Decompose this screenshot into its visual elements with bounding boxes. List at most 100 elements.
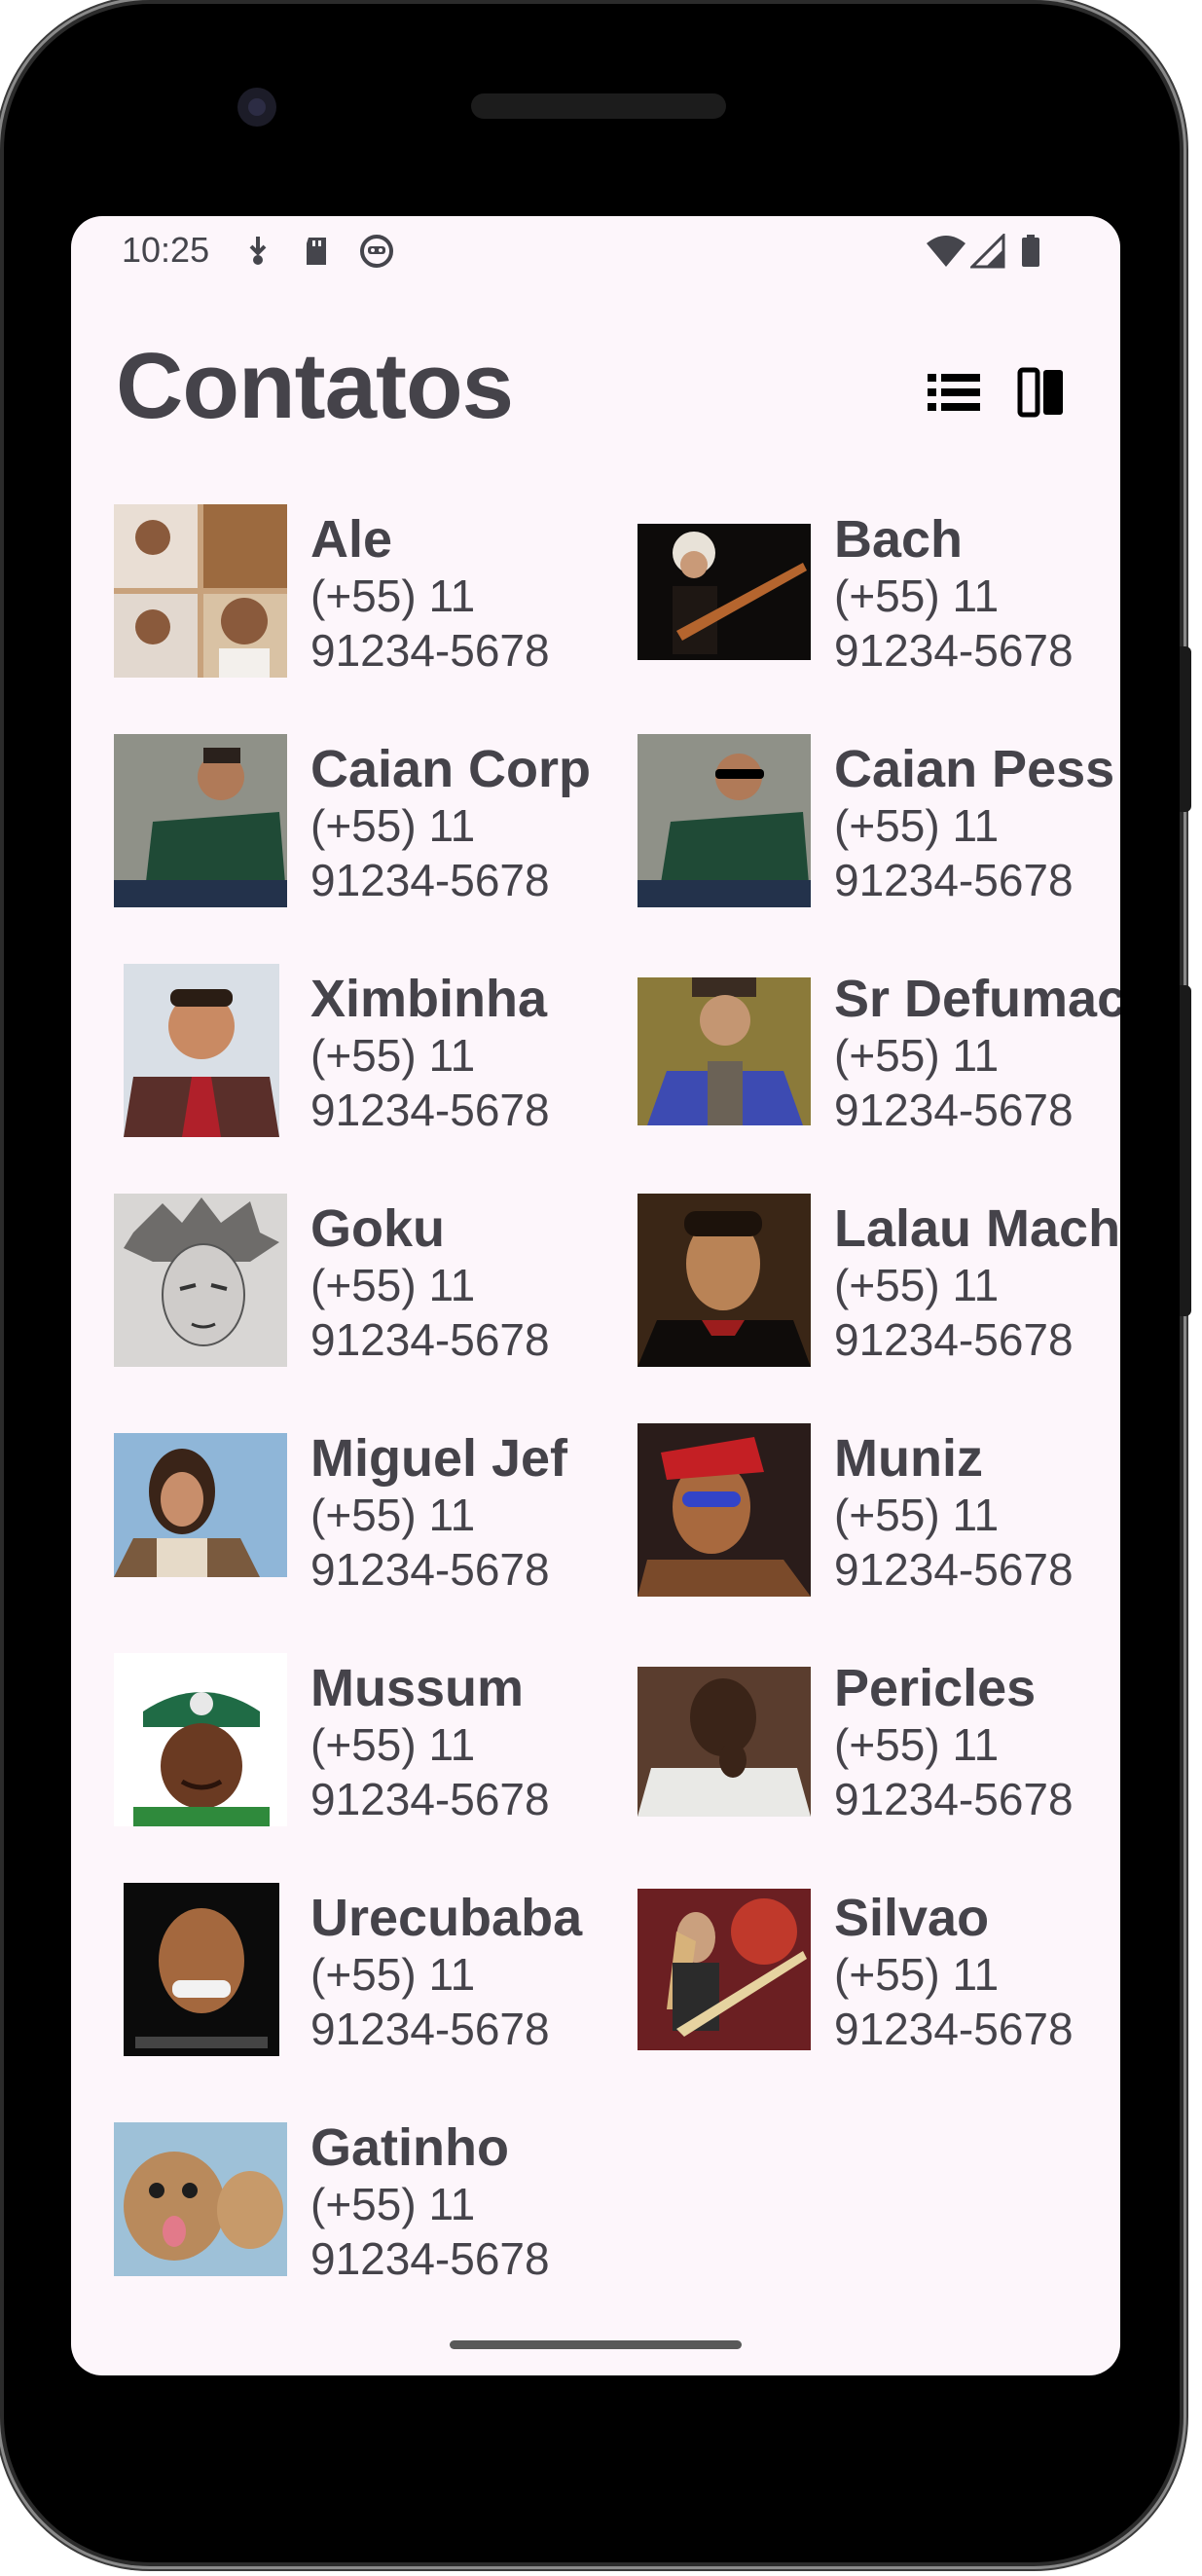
contact-info: Goku (+55) 11 91234-5678	[310, 1199, 602, 1367]
app-screen: 10:25 Contatos Ale (+55) 11 91234-5678 B…	[71, 216, 1120, 2375]
contact-card[interactable]: Sr Defumac (+55) 11 91234-5678	[595, 958, 1120, 1137]
wifi-icon	[927, 236, 965, 267]
contact-phone: (+55) 11	[834, 570, 1000, 621]
contact-phone: 91234-5678	[834, 1544, 1074, 1595]
contact-name: Sr Defumac	[834, 970, 1120, 1028]
status-time: 10:25	[122, 230, 210, 270]
contact-phone: (+55) 11	[834, 800, 1000, 851]
contact-phone: 91234-5678	[310, 855, 550, 905]
contact-name: Caian Pess	[834, 740, 1115, 798]
earpiece-speaker	[471, 93, 726, 119]
contact-info: Caian Pess (+55) 11 91234-5678	[834, 740, 1120, 907]
contact-card[interactable]: Bach (+55) 11 91234-5678	[595, 498, 1120, 678]
contact-photo	[637, 504, 811, 678]
contact-phone: (+55) 11	[310, 1260, 476, 1310]
contact-card[interactable]: Miguel Jef (+55) 11 91234-5678	[71, 1417, 597, 1597]
contact-info: Caian Corp (+55) 11 91234-5678	[310, 740, 602, 907]
contact-phone: (+55) 11	[834, 1490, 1000, 1540]
contact-info: Miguel Jef (+55) 11 91234-5678	[310, 1429, 602, 1597]
contact-photo	[637, 734, 811, 907]
contact-photo	[637, 1194, 811, 1367]
grid-view-icon	[1017, 367, 1063, 418]
contact-card[interactable]: Silvao (+55) 11 91234-5678	[595, 1877, 1120, 2056]
contact-info: Gatinho (+55) 11 91234-5678	[310, 2118, 602, 2286]
volume-button	[1180, 985, 1191, 1316]
contact-card[interactable]: Goku (+55) 11 91234-5678	[71, 1188, 597, 1367]
battery-icon	[1022, 235, 1039, 267]
contact-phone: 91234-5678	[310, 2004, 550, 2054]
contact-name: Muniz	[834, 1429, 983, 1488]
contact-photo	[114, 1423, 287, 1597]
contact-name: Mussum	[310, 1659, 525, 1717]
contact-phone: 91234-5678	[310, 2233, 550, 2284]
phone-frame: 10:25 Contatos Ale (+55) 11 91234-5678 B…	[4, 4, 1191, 2562]
contact-name: Miguel Jef	[310, 1429, 568, 1488]
contact-phone: (+55) 11	[310, 1719, 476, 1770]
contact-phone: (+55) 11	[310, 1490, 476, 1540]
contact-phone: 91234-5678	[834, 855, 1074, 905]
contact-card[interactable]: Caian Corp (+55) 11 91234-5678	[71, 728, 597, 907]
contact-photo	[637, 964, 811, 1137]
contact-phone: (+55) 11	[834, 1030, 1000, 1081]
contact-card[interactable]: Lalau Mach (+55) 11 91234-5678	[595, 1188, 1120, 1367]
contact-info: Silvao (+55) 11 91234-5678	[834, 1889, 1120, 2056]
contact-card[interactable]: Gatinho (+55) 11 91234-5678	[71, 2107, 597, 2286]
contact-phone: 91234-5678	[834, 1314, 1074, 1365]
contact-name: Gatinho	[310, 2118, 509, 2177]
contact-info: Ximbinha (+55) 11 91234-5678	[310, 970, 602, 1137]
contact-photo	[114, 734, 287, 907]
download-icon	[249, 237, 267, 265]
contact-photo	[114, 1883, 287, 2056]
contact-phone: (+55) 11	[310, 1949, 476, 2000]
grid-view-button[interactable]	[1011, 362, 1072, 423]
contact-phone: (+55) 11	[834, 1949, 1000, 2000]
contact-phone: (+55) 11	[310, 570, 476, 621]
list-view-button[interactable]	[924, 362, 984, 423]
contact-name: Lalau Mach	[834, 1199, 1120, 1258]
contact-phone: (+55) 11	[310, 1030, 476, 1081]
status-bar: 10:25	[71, 216, 1120, 284]
contact-photo	[637, 1883, 811, 2056]
contact-info: Sr Defumac (+55) 11 91234-5678	[834, 970, 1120, 1137]
contact-photo	[114, 1653, 287, 1826]
contact-phone: 91234-5678	[310, 1774, 550, 1824]
contact-name: Caian Corp	[310, 740, 592, 798]
contact-photo	[114, 2113, 287, 2286]
contact-phone: 91234-5678	[310, 625, 550, 676]
contact-info: Mussum (+55) 11 91234-5678	[310, 1659, 602, 1826]
contact-name: Bach	[834, 510, 964, 569]
contact-card[interactable]: Ximbinha (+55) 11 91234-5678	[71, 958, 597, 1137]
cell-signal-icon	[970, 234, 1005, 269]
contact-info: Urecubaba (+55) 11 91234-5678	[310, 1889, 602, 2056]
contact-phone: 91234-5678	[834, 625, 1074, 676]
contact-name: Ximbinha	[310, 970, 548, 1028]
contact-name: Urecubaba	[310, 1889, 583, 1947]
contact-card[interactable]: Pericles (+55) 11 91234-5678	[595, 1647, 1120, 1826]
sd-card-icon	[307, 238, 326, 265]
contact-card[interactable]: Caian Pess (+55) 11 91234-5678	[595, 728, 1120, 907]
robot-notification-icon	[360, 235, 393, 268]
contact-card[interactable]: Urecubaba (+55) 11 91234-5678	[71, 1877, 597, 2056]
contact-phone: (+55) 11	[310, 800, 476, 851]
contact-phone: 91234-5678	[834, 1085, 1074, 1135]
contact-name: Pericles	[834, 1659, 1037, 1717]
contact-name: Silvao	[834, 1889, 990, 1947]
contact-photo	[114, 964, 287, 1137]
gesture-nav-handle[interactable]	[450, 2340, 742, 2349]
contact-photo	[114, 1194, 287, 1367]
contact-photo	[114, 504, 287, 678]
contact-phone: (+55) 11	[834, 1260, 1000, 1310]
power-button	[1180, 646, 1191, 812]
contact-card[interactable]: Muniz (+55) 11 91234-5678	[595, 1417, 1120, 1597]
contact-info: Ale (+55) 11 91234-5678	[310, 510, 602, 678]
contact-phone: 91234-5678	[310, 1085, 550, 1135]
contact-phone: (+55) 11	[834, 1719, 1000, 1770]
contact-info: Muniz (+55) 11 91234-5678	[834, 1429, 1120, 1597]
front-camera	[237, 88, 276, 127]
contact-card[interactable]: Mussum (+55) 11 91234-5678	[71, 1647, 597, 1826]
contact-card[interactable]: Ale (+55) 11 91234-5678	[71, 498, 597, 678]
contact-info: Bach (+55) 11 91234-5678	[834, 510, 1120, 678]
contact-photo	[637, 1423, 811, 1597]
contact-name: Goku	[310, 1199, 446, 1258]
contact-phone: 91234-5678	[834, 1774, 1074, 1824]
